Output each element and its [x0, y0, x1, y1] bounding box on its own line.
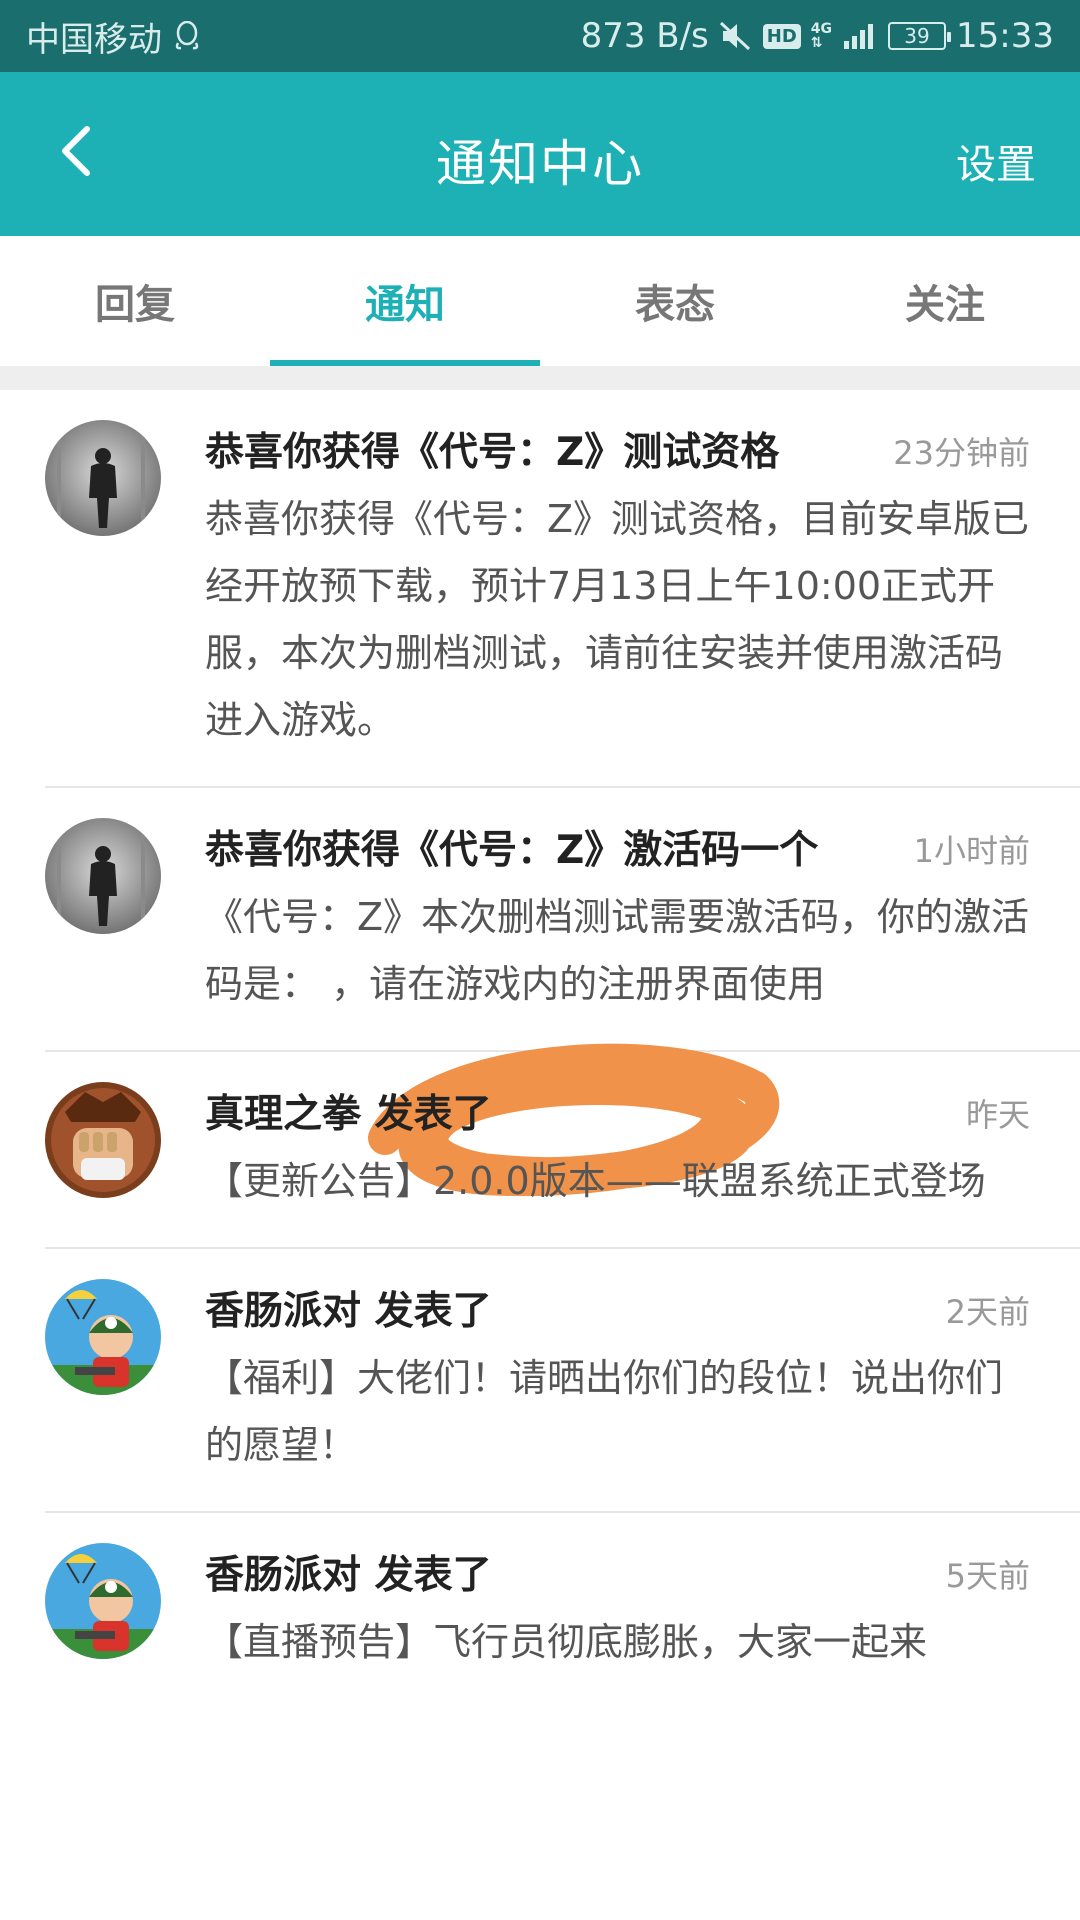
- notification-head: 恭喜你获得《代号：Z》激活码一个 1小时前: [205, 818, 1030, 884]
- hd-icon: HD: [762, 23, 801, 49]
- walking-man-avatar[interactable]: [45, 818, 161, 934]
- notification-title: 真理之拳 发表了: [205, 1092, 492, 1137]
- notification-item[interactable]: 真理之拳 发表了 昨天 【更新公告】2.0.0版本——联盟系统正式登场: [45, 1052, 1080, 1249]
- parachute-soldier-avatar[interactable]: [45, 1279, 161, 1395]
- tab-follow[interactable]: 关注: [810, 236, 1080, 366]
- page-title: 通知中心: [436, 135, 644, 193]
- notification-body: 【直播预告】飞行员彻底膨胀，大家一起来: [205, 1620, 928, 1664]
- carrier-name: 中国移动: [26, 19, 162, 60]
- signal-icon: [842, 21, 878, 51]
- tab-divider: [0, 366, 1080, 390]
- battery-level: 39: [904, 24, 930, 48]
- notification-body: 《代号：Z》本次删档测试需要激活码，你的激活码是： ，请在游戏内的注册界面使用: [205, 895, 1030, 1006]
- notification-list: 恭喜你获得《代号：Z》测试资格 23分钟前 恭喜你获得《代号：Z》测试资格，目前…: [0, 390, 1080, 1708]
- notification-head: 香肠派对 发表了 2天前: [205, 1279, 1030, 1345]
- notification-time: 5天前: [945, 1557, 1030, 1595]
- fist-avatar[interactable]: [45, 1082, 161, 1198]
- network-speed: 873 B/s: [580, 16, 709, 56]
- title-bar: 通知中心 设置: [0, 72, 1080, 236]
- notification-title: 恭喜你获得《代号：Z》测试资格: [205, 430, 780, 475]
- settings-button[interactable]: 设置: [956, 132, 1036, 190]
- notification-time: 1小时前: [913, 832, 1030, 870]
- notification-time: 23分钟前: [893, 434, 1030, 472]
- network-type: 4G ⇅: [811, 22, 832, 50]
- status-right: 873 B/s HD 4G ⇅ 39 15:33: [581, 16, 1054, 56]
- notification-item[interactable]: 恭喜你获得《代号：Z》激活码一个 1小时前 《代号：Z》本次删档测试需要激活码，…: [45, 788, 1080, 1196]
- clock: 15:33: [956, 16, 1054, 56]
- notification-head: 香肠派对 发表了 5天前: [205, 1543, 1030, 1609]
- battery-icon: 39: [888, 22, 952, 50]
- parachute-soldier-avatar[interactable]: [45, 1543, 161, 1659]
- notification-head: 真理之拳 发表了 昨天: [205, 1082, 1030, 1148]
- notification-title: 香肠派对 发表了: [205, 1553, 492, 1598]
- tab-reaction[interactable]: 表态: [540, 236, 810, 366]
- walking-man-avatar[interactable]: [45, 420, 161, 536]
- mute-icon: [719, 21, 753, 51]
- data-arrows-icon: ⇅: [810, 35, 823, 51]
- tab-notice[interactable]: 通知: [270, 236, 540, 366]
- notification-item[interactable]: 香肠派对 发表了 2天前 【福利】大佬们！请晒出你们的段位！说出你们的愿望！: [45, 1249, 1080, 1513]
- notification-head: 恭喜你获得《代号：Z》测试资格 23分钟前: [205, 420, 1030, 486]
- notification-body: 恭喜你获得《代号：Z》测试资格，目前安卓版已经开放预下载，预计7月13日上午10…: [205, 497, 1030, 742]
- notification-time: 昨天: [965, 1096, 1030, 1134]
- notification-title: 恭喜你获得《代号：Z》激活码一个: [205, 828, 819, 873]
- network-type-label: 4G: [810, 21, 833, 37]
- status-left: 中国移动: [26, 12, 200, 61]
- qq-icon: [174, 21, 200, 51]
- notification-body: 【福利】大佬们！请晒出你们的段位！说出你们的愿望！: [205, 1356, 1004, 1467]
- tab-reply[interactable]: 回复: [0, 236, 270, 366]
- notification-time: 2天前: [945, 1293, 1030, 1331]
- notification-body: 【更新公告】2.0.0版本——联盟系统正式登场: [205, 1159, 986, 1203]
- tab-bar: 回复 通知 表态 关注: [0, 236, 1080, 366]
- notification-item[interactable]: 香肠派对 发表了 5天前 【直播预告】飞行员彻底膨胀，大家一起来: [45, 1513, 1080, 1708]
- status-bar: 中国移动 873 B/s HD 4G ⇅ 39 15:33: [0, 0, 1080, 72]
- notification-item[interactable]: 恭喜你获得《代号：Z》测试资格 23分钟前 恭喜你获得《代号：Z》测试资格，目前…: [45, 390, 1080, 788]
- notification-title: 香肠派对 发表了: [205, 1289, 492, 1334]
